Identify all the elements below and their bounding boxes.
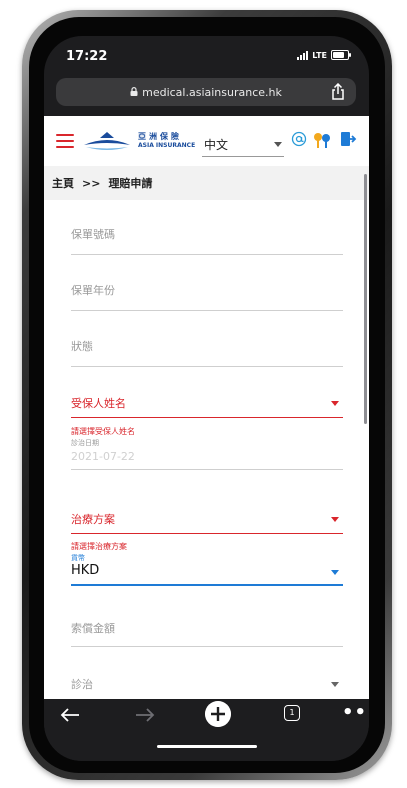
forward-arrow-icon[interactable] [134, 707, 156, 723]
language-select[interactable]: 中文 [204, 136, 228, 153]
status-field[interactable]: 狀態 [71, 338, 343, 367]
policy-year-underline [71, 310, 343, 311]
treatment-plan-select[interactable]: 治療方案 [71, 511, 343, 534]
chevron-down-icon[interactable] [331, 517, 339, 522]
keys-icon[interactable] [312, 131, 332, 149]
policy-year-field[interactable]: 保單年份 [71, 282, 343, 311]
url-text: medical.asiainsurance.hk [142, 85, 282, 99]
home-indicator[interactable] [157, 745, 257, 748]
back-arrow-icon[interactable] [59, 707, 81, 723]
status-indicators: LTE [297, 50, 351, 60]
treatment-plan-underline [71, 533, 343, 534]
chevron-down-icon[interactable] [274, 142, 282, 147]
treatment-date-label: 診治日期 [71, 439, 99, 447]
logo-mark-icon [84, 132, 130, 150]
breadcrumb-current: 理賠申請 [108, 177, 153, 190]
policy-no-underline [71, 254, 343, 255]
policy-no-label: 保單號碼 [71, 228, 115, 241]
currency-value: HKD [71, 563, 100, 578]
site-header: 亞洲保險 ASIA INSURANCE 中文 [44, 116, 369, 166]
network-type: LTE [312, 50, 327, 60]
signal-icon [297, 50, 309, 60]
menu-icon[interactable] [56, 134, 74, 148]
diagnosis-select[interactable]: 診治 [71, 676, 343, 692]
asia-insurance-logo[interactable]: 亞洲保險 ASIA INSURANCE [82, 129, 212, 157]
claim-amount-field[interactable]: 索償金額 [71, 620, 343, 647]
chevron-down-icon[interactable] [331, 570, 339, 575]
currency-label: 貨幣 [71, 554, 85, 562]
logo-chinese-text: 亞洲保險 [138, 132, 182, 141]
treatment-plan-label: 治療方案 [71, 513, 115, 526]
language-select-underline [202, 156, 284, 157]
treatment-plan-error: 請選擇治療方案 [71, 542, 127, 551]
claim-amount-underline [71, 646, 343, 647]
policy-year-label: 保單年份 [71, 284, 115, 297]
logo-english-text: ASIA INSURANCE [138, 142, 196, 149]
more-options-icon[interactable]: ••• [342, 702, 369, 723]
breadcrumb: 主頁 >> 理賠申請 [44, 166, 369, 200]
currency-underline [71, 584, 343, 586]
breadcrumb-home[interactable]: 主頁 [52, 175, 74, 191]
battery-icon [331, 50, 351, 60]
insured-name-select[interactable]: 受保人姓名 [71, 395, 343, 418]
breadcrumb-separator: >> [82, 176, 101, 190]
status-time: 17:22 [66, 49, 108, 64]
insured-name-error: 請選擇受保人姓名 [71, 427, 135, 436]
chevron-down-icon[interactable] [331, 682, 339, 687]
status-bar: 17:22 LTE [44, 36, 369, 76]
treatment-date-underline [71, 469, 343, 470]
treatment-date-value: 2021-07-22 [71, 450, 135, 463]
claim-amount-label: 索償金額 [71, 622, 115, 635]
insured-name-label: 受保人姓名 [71, 397, 126, 410]
phone-screen: 17:22 LTE medical.asiainsurance.hk 亞洲保險 … [44, 36, 369, 761]
share-icon[interactable] [330, 83, 346, 101]
lock-icon [130, 86, 138, 96]
insured-name-underline [71, 417, 343, 418]
address-bar[interactable]: medical.asiainsurance.hk [56, 78, 356, 106]
chevron-down-icon[interactable] [331, 401, 339, 406]
diagnosis-label: 診治 [71, 678, 93, 691]
status-label: 狀態 [71, 340, 93, 353]
tab-switcher-icon[interactable]: 1 [284, 705, 300, 721]
policy-no-field[interactable]: 保單號碼 [71, 226, 343, 255]
logout-icon[interactable] [339, 130, 357, 148]
status-underline [71, 366, 343, 367]
web-content: 亞洲保險 ASIA INSURANCE 中文 主頁 >> 理賠申請 保單號碼 保… [44, 116, 369, 699]
new-tab-plus-icon[interactable] [205, 701, 231, 727]
email-icon[interactable] [291, 131, 307, 147]
browser-toolbar: 1 ••• [44, 699, 369, 761]
scrollbar[interactable] [364, 174, 367, 424]
